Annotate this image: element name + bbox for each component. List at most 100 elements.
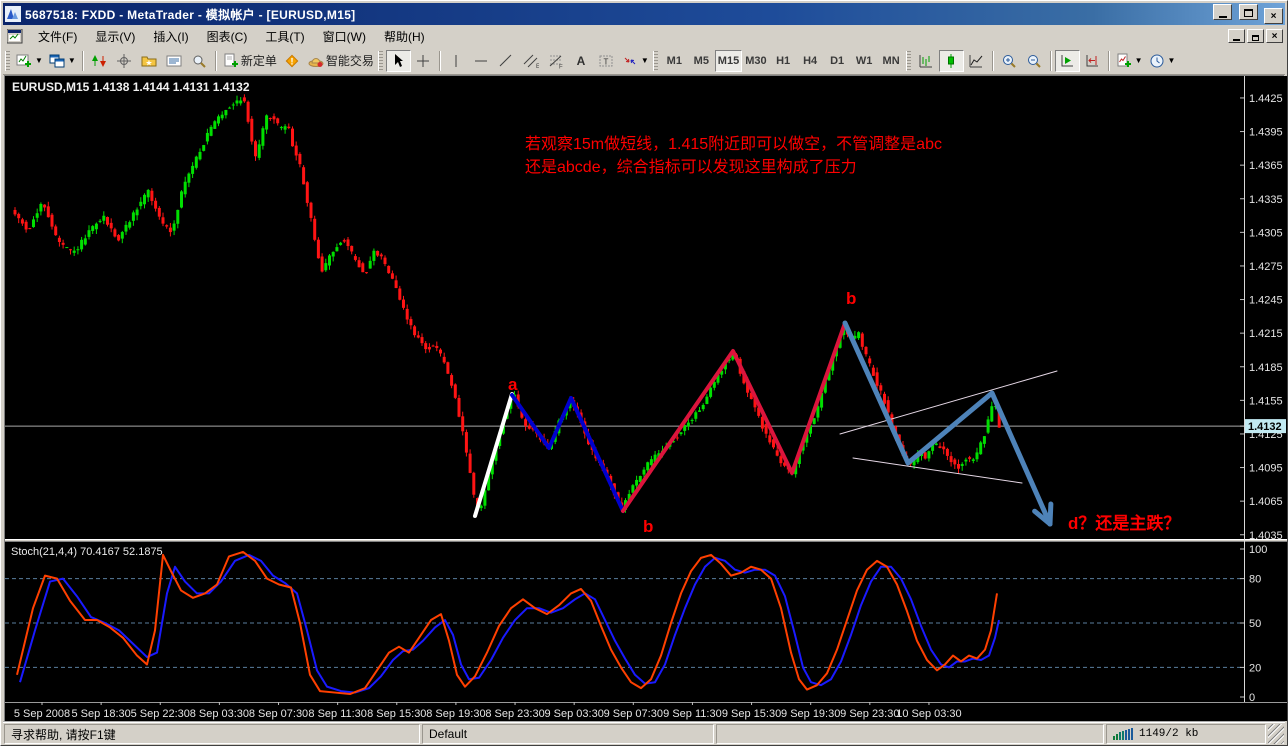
data-window-button[interactable] [112, 50, 137, 72]
periods-button[interactable]: ▼ [1146, 50, 1179, 72]
zoom-in-button[interactable] [997, 50, 1022, 72]
timeframe-h1-button[interactable]: H1 [770, 50, 797, 72]
market-watch-button[interactable] [87, 50, 112, 72]
profiles-button[interactable]: ▼ [46, 50, 79, 72]
auto-scroll-button[interactable] [1054, 49, 1080, 72]
menu-item-file[interactable]: 文件(F) [29, 26, 86, 47]
connection-traffic: 1149/2 kb [1139, 728, 1199, 740]
price-tick-label: 1.4395 [1249, 127, 1283, 139]
vertical-line-button[interactable] [444, 50, 469, 72]
title-bar[interactable]: 5687518: FXDD - MetaTrader - 模拟帐户 - [EUR… [3, 3, 1285, 25]
dropdown-arrow-icon[interactable]: ▼ [35, 56, 43, 65]
stoch-tick-label: 80 [1249, 574, 1261, 586]
horizontal-line-button[interactable] [469, 50, 494, 72]
wave-label-a[interactable]: a [508, 375, 518, 394]
dropdown-arrow-icon[interactable]: ▼ [68, 56, 76, 65]
text-icon: A [573, 53, 589, 69]
price-chart-svg[interactable]: 1.4425 1.4395 1.4365 1.4335 1.4305 1.4275 1.42… [5, 76, 1287, 721]
chart-window-icon [7, 28, 23, 44]
line-chart-button[interactable] [964, 50, 989, 72]
time-tick-label: 5 Sep 2008 [14, 708, 70, 720]
toolbar-separator [991, 50, 994, 71]
svg-text:A: A [577, 54, 586, 68]
status-spacer [716, 724, 1104, 744]
cursor-icon [390, 53, 406, 69]
menu-item-view[interactable]: 显示(V) [86, 26, 144, 47]
navigator-button[interactable]: ★ [137, 50, 162, 72]
timeframe-w1-button[interactable]: W1 [851, 50, 878, 72]
price-tick-label: 1.4035 [1249, 530, 1283, 542]
cursor-button[interactable] [385, 49, 411, 72]
timeframe-m15-button[interactable]: M15 [714, 49, 743, 72]
timeframe-mn-button[interactable]: MN [878, 50, 905, 72]
menu-item-insert[interactable]: 插入(I) [144, 26, 197, 47]
fibonacci-button[interactable]: F [544, 50, 569, 72]
close-button[interactable]: × [1264, 8, 1283, 25]
timeframe-d1-button[interactable]: D1 [824, 50, 851, 72]
crosshair-button[interactable] [411, 50, 436, 72]
stoch-label: Stoch(21,4,4) 70.4167 52.1875 [11, 546, 163, 558]
chart-shift-button[interactable] [1080, 50, 1105, 72]
text-label-icon: T [598, 53, 614, 69]
minimize-button[interactable] [1213, 3, 1233, 20]
terminal-icon [166, 53, 182, 69]
time-tick-label: 8 Sep 19:30 [426, 708, 485, 720]
menu-item-window[interactable]: 窗口(W) [314, 26, 375, 47]
resize-grip[interactable] [1268, 724, 1284, 744]
toolbar-grip[interactable] [377, 50, 383, 71]
chart-note-line1[interactable]: 若观察15m做短线，1.415附近即可以做空，不管调整是abc [525, 135, 942, 153]
timeframe-m5-button[interactable]: M5 [688, 50, 715, 72]
new-order-button[interactable]: 新定单 [220, 50, 280, 72]
timeframe-m1-button[interactable]: M1 [661, 50, 688, 72]
strategy-tester-button[interactable] [187, 50, 212, 72]
dropdown-arrow-icon[interactable]: ▼ [1168, 56, 1176, 65]
market-watch-icon [91, 53, 107, 69]
expert-advisors-button[interactable]: 智能交易 [305, 50, 377, 72]
zoom-out-button[interactable] [1022, 50, 1047, 72]
wave-label-d[interactable]: d？还是主跌？ [1068, 513, 1180, 533]
wave-label-b-high[interactable]: b [846, 289, 856, 308]
menu-item-charts[interactable]: 图表(C) [198, 26, 257, 47]
terminal-button[interactable] [162, 50, 187, 72]
status-profile[interactable]: Default [422, 724, 714, 744]
bar-chart-button[interactable] [914, 50, 939, 72]
indicators-button[interactable]: ▼ [1113, 50, 1146, 72]
dropdown-arrow-icon[interactable]: ▼ [1135, 56, 1143, 65]
time-tick-label: 9 Sep 23:30 [840, 708, 899, 720]
time-tick-label: 10 Sep 03:30 [896, 708, 961, 720]
toolbar-separator [438, 50, 441, 71]
text-label-button[interactable]: T [594, 50, 619, 72]
projection-arrow-head[interactable] [1047, 501, 1054, 527]
trendline-button[interactable] [494, 50, 519, 72]
price-tick-label: 1.4275 [1249, 261, 1283, 273]
maximize-button[interactable] [1238, 3, 1258, 20]
time-tick-label: 8 Sep 03:30 [190, 708, 249, 720]
timeframe-label: D1 [830, 54, 845, 67]
channel-button[interactable]: E [519, 50, 544, 72]
menu-item-tools[interactable]: 工具(T) [256, 26, 313, 47]
text-button[interactable]: A [569, 50, 594, 72]
toolbar-band-0: ▼ ▼ ★ 新定单! 智能交易 [4, 48, 377, 74]
toolbar-grip[interactable] [905, 50, 911, 71]
chart-area[interactable]: 1.4425 1.4395 1.4365 1.4335 1.4305 1.4275 1.42… [4, 75, 1287, 721]
new-chart-button[interactable]: ▼ [13, 50, 46, 72]
metaquotes-alert-button[interactable]: ! [280, 50, 305, 72]
menu-item-help[interactable]: 帮助(H) [375, 26, 434, 47]
price-tick-label: 1.4335 [1249, 194, 1283, 206]
time-tick-label: 5 Sep 22:30 [131, 708, 190, 720]
dropdown-arrow-icon[interactable]: ▼ [641, 56, 649, 65]
child-close-button[interactable]: × [1266, 29, 1283, 43]
candle-chart-button[interactable] [938, 49, 964, 72]
wave-label-b-low[interactable]: b [643, 517, 653, 536]
child-restore-button[interactable] [1247, 29, 1264, 43]
timeframe-m30-button[interactable]: M30 [742, 50, 769, 72]
timeframe-h4-button[interactable]: H4 [797, 50, 824, 72]
toolbar-grip[interactable] [652, 50, 658, 71]
time-tick-label: 9 Sep 19:30 [781, 708, 840, 720]
chart-note-line2[interactable]: 还是abcde，综合指标可以发现这里构成了压力 [525, 158, 857, 176]
svg-text:F: F [559, 64, 563, 69]
arrows-button[interactable]: ▼ [619, 50, 652, 72]
time-tick-label: 8 Sep 23:30 [485, 708, 544, 720]
child-minimize-button[interactable] [1228, 29, 1245, 43]
toolbar-grip[interactable] [5, 50, 10, 71]
